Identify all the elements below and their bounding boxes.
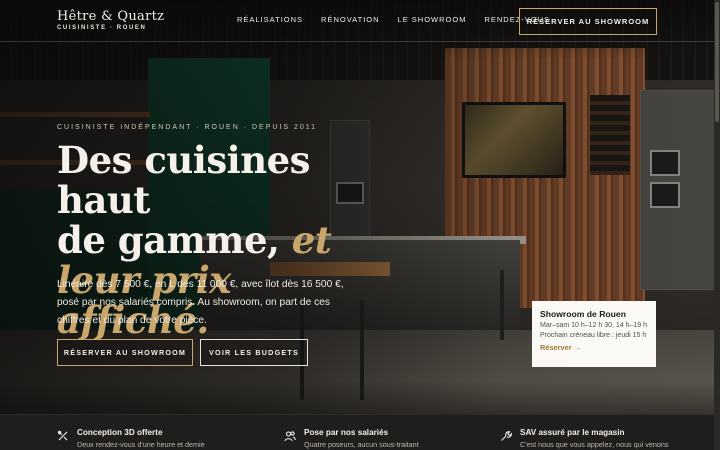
headline-line-2: de gamme, — [57, 218, 280, 262]
hero-eyebrow: CUISINISTE INDÉPENDANT · ROUEN · DEPUIS … — [57, 124, 318, 131]
feature-text: C'est nous que vous appelez, nous qui ve… — [520, 440, 669, 449]
brand-subtitle: CUISINISTE · ROUEN — [57, 25, 147, 31]
users-icon — [284, 431, 296, 442]
headline-accent-1: et — [291, 218, 332, 262]
nav-renovation[interactable]: RÉNOVATION — [321, 15, 379, 24]
view-budgets-button[interactable]: VOIR LES BUDGETS — [200, 339, 308, 366]
tools-icon — [57, 430, 68, 441]
feature-title: Conception 3D offerte — [77, 428, 163, 437]
feature-sav: SAV assuré par le magasin C'est nous que… — [500, 428, 668, 449]
features-band: Conception 3D offerte Deux rendez-vous d… — [0, 414, 720, 450]
feature-text: Quatre poseurs, aucun sous-traitant — [304, 440, 419, 449]
scrollbar-thumb[interactable] — [715, 2, 719, 122]
showroom-card-title: Showroom de Rouen — [540, 309, 626, 319]
reserve-showroom-button[interactable]: RÉSERVER AU SHOWROOM — [57, 339, 193, 366]
site-header: Hêtre & Quartz CUISINISTE · ROUEN RÉALIS… — [0, 0, 720, 42]
hero-lead: Linéaire dès 7 500 €, en L dès 11 000 €,… — [57, 279, 344, 326]
showroom-hours: Mar–sam 10 h–12 h 30, 14 h–19 h — [540, 322, 648, 329]
wrench-icon — [501, 431, 512, 441]
nav-realisations[interactable]: RÉALISATIONS — [237, 15, 303, 24]
showroom-next-slot: Prochain créneau libre : jeudi 15 h — [540, 332, 647, 339]
showroom-card: Showroom de Rouen Mar–sam 10 h–12 h 30, … — [532, 301, 656, 367]
feature-title: Pose par nos salariés — [304, 428, 389, 437]
showroom-reserve-link[interactable]: Réserver → — [540, 343, 648, 352]
feature-pose: Pose par nos salariés Quatre poseurs, au… — [284, 428, 419, 449]
brand-name: Hêtre & Quartz — [57, 9, 165, 24]
feature-title: SAV assuré par le magasin — [520, 428, 625, 437]
feature-text: Deux rendez-vous d'une heure et demie — [77, 440, 205, 449]
brand-logo[interactable]: Hêtre & Quartz CUISINISTE · ROUEN — [57, 9, 164, 31]
feature-conception-3d: Conception 3D offerte Deux rendez-vous d… — [57, 428, 205, 449]
nav-showroom[interactable]: LE SHOWROOM — [398, 15, 467, 24]
headline-line-1: Des cuisines haut — [57, 138, 310, 222]
page-scrollbar[interactable] — [714, 0, 720, 450]
reserve-showroom-nav-button[interactable]: RÉSERVER AU SHOWROOM — [519, 8, 657, 35]
